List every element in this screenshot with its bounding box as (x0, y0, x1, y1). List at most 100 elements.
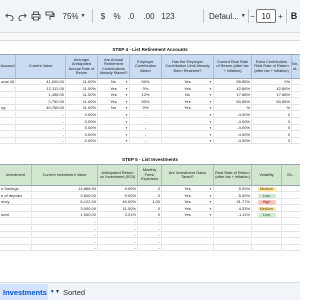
limit-dropdown[interactable]: No ▼ (162, 92, 214, 99)
match-cell[interactable]: - (130, 138, 162, 145)
volatility-dropdown[interactable] (252, 219, 282, 225)
account-cell[interactable] (0, 125, 16, 132)
redo-icon[interactable] (17, 10, 27, 22)
rate-cell[interactable]: 11.00% (66, 79, 98, 85)
roi-cell[interactable]: - (98, 225, 138, 232)
current-value-cell[interactable]: 49,765.00 (16, 105, 66, 112)
fees-cell[interactable]: - (138, 238, 162, 245)
current-value-cell[interactable]: - (16, 125, 66, 132)
undo-icon[interactable] (4, 10, 14, 22)
match-cell[interactable]: 50% (130, 79, 162, 85)
volatility-dropdown[interactable]: Medium (252, 205, 282, 212)
limit-dropdown[interactable]: ▼ (162, 131, 214, 138)
decrease-decimal-button[interactable]: .0 (125, 10, 137, 22)
fees-cell[interactable]: - (138, 232, 162, 239)
roi-cell[interactable]: - (98, 245, 138, 252)
fees-cell[interactable]: 0 (138, 186, 162, 192)
sheet-tab-investments[interactable]: Investments ▼ (0, 284, 55, 300)
increase-font-size-button[interactable]: + (277, 10, 284, 22)
investment-value-cell[interactable]: - (32, 238, 98, 245)
current-value-cell[interactable]: - (16, 112, 66, 118)
account-cell[interactable] (0, 85, 16, 92)
taxed-dropdown[interactable] (162, 238, 214, 245)
account-cell[interactable] (0, 92, 16, 99)
taxed-dropdown[interactable] (162, 225, 214, 232)
investment-cell[interactable] (0, 205, 32, 212)
investment-value-cell[interactable]: - (32, 245, 98, 252)
limit-dropdown[interactable]: Yes ▼ (162, 105, 214, 112)
maxed-dropdown[interactable]: No ▼ (98, 79, 130, 85)
volatility-dropdown[interactable]: Low (252, 192, 282, 199)
current-value-cell[interactable]: 41,000.00 (16, 79, 66, 85)
maxed-dropdown[interactable]: Yes ▼ (98, 98, 130, 105)
zoom-select[interactable]: 75% ▼ (60, 10, 88, 22)
limit-dropdown[interactable]: ▼ (162, 112, 214, 118)
currency-format-button[interactable]: $ (98, 10, 108, 22)
limit-dropdown[interactable]: Yes ▼ (162, 98, 214, 105)
investment-cell[interactable] (0, 238, 32, 245)
maxed-dropdown[interactable]: ▼ (98, 125, 130, 132)
volatility-dropdown[interactable] (252, 238, 282, 245)
roi-cell[interactable]: 9.00% (98, 186, 138, 192)
current-value-cell[interactable]: - (16, 138, 66, 145)
rate-cell[interactable]: 11.00% (66, 105, 98, 112)
number-format-button[interactable]: 123 (160, 10, 176, 22)
volatility-dropdown[interactable]: Medium (252, 186, 282, 192)
investment-value-cell[interactable]: 14,888.94 (32, 186, 98, 192)
current-value-cell[interactable]: 1,456.00 (16, 92, 66, 99)
investment-value-cell[interactable]: 3,600.00 (32, 192, 98, 199)
investment-cell[interactable] (0, 245, 32, 252)
roi-cell[interactable]: 40.00% (98, 199, 138, 206)
paint-format-icon[interactable] (45, 10, 55, 22)
percent-format-button[interactable]: % (112, 10, 122, 22)
volatility-dropdown[interactable]: Low (252, 212, 282, 219)
limit-dropdown[interactable]: ▼ (162, 138, 214, 145)
taxed-dropdown[interactable]: Yes ▼ (162, 212, 214, 219)
taxed-dropdown[interactable] (162, 232, 214, 239)
account-cell[interactable] (0, 98, 16, 105)
account-cell[interactable] (0, 138, 16, 145)
decrease-font-size-button[interactable]: − (249, 10, 256, 22)
limit-dropdown[interactable]: Yes ▼ (162, 85, 214, 92)
roi-cell[interactable]: 3.21% (98, 212, 138, 219)
match-cell[interactable]: - (130, 112, 162, 118)
volatility-dropdown[interactable] (252, 245, 282, 252)
fees-cell[interactable]: 0 (138, 205, 162, 212)
current-value-cell[interactable]: - (16, 118, 66, 125)
account-cell[interactable] (0, 118, 16, 125)
match-cell[interactable]: 0% (130, 105, 162, 112)
investment-value-cell[interactable]: 3,000.00 (32, 205, 98, 212)
fees-cell[interactable]: - (138, 245, 162, 252)
fees-cell[interactable]: - (138, 219, 162, 225)
match-cell[interactable]: 0% (130, 85, 162, 92)
limit-dropdown[interactable]: ▼ (162, 125, 214, 132)
investment-cell[interactable] (0, 232, 32, 239)
account-cell[interactable] (0, 131, 16, 138)
font-select[interactable]: Defaul... ▼ (209, 9, 246, 23)
maxed-dropdown[interactable]: ▼ (98, 131, 130, 138)
rate-cell[interactable]: 11.00% (66, 92, 98, 99)
maxed-dropdown[interactable]: ▼ (98, 118, 130, 125)
investment-cell[interactable]: ency (0, 199, 32, 206)
investment-value-cell[interactable]: 5,122.00 (32, 199, 98, 206)
maxed-dropdown[interactable]: Yes ▼ (98, 92, 130, 99)
maxed-dropdown[interactable]: Yes ▼ (98, 85, 130, 92)
match-cell[interactable]: 12% (130, 92, 162, 99)
account-cell[interactable]: onal 401K (0, 79, 16, 85)
investment-cell[interactable]: ount (0, 212, 32, 219)
match-cell[interactable]: - (130, 125, 162, 132)
roi-cell[interactable]: 11.00% (98, 205, 138, 212)
maxed-dropdown[interactable]: No ▼ (98, 105, 130, 112)
investment-cell[interactable] (0, 219, 32, 225)
investment-value-cell[interactable]: - (32, 232, 98, 239)
volatility-dropdown[interactable] (252, 232, 282, 239)
current-value-cell[interactable]: - (16, 131, 66, 138)
taxed-dropdown[interactable]: Yes ▼ (162, 186, 214, 192)
rate-cell[interactable]: 11.00% (66, 98, 98, 105)
account-cell[interactable]: ng (0, 105, 16, 112)
roi-cell[interactable]: - (98, 219, 138, 225)
roi-cell[interactable]: - (98, 238, 138, 245)
investment-value-cell[interactable]: - (32, 219, 98, 225)
taxed-dropdown[interactable] (162, 219, 214, 225)
roi-cell[interactable]: - (98, 232, 138, 239)
